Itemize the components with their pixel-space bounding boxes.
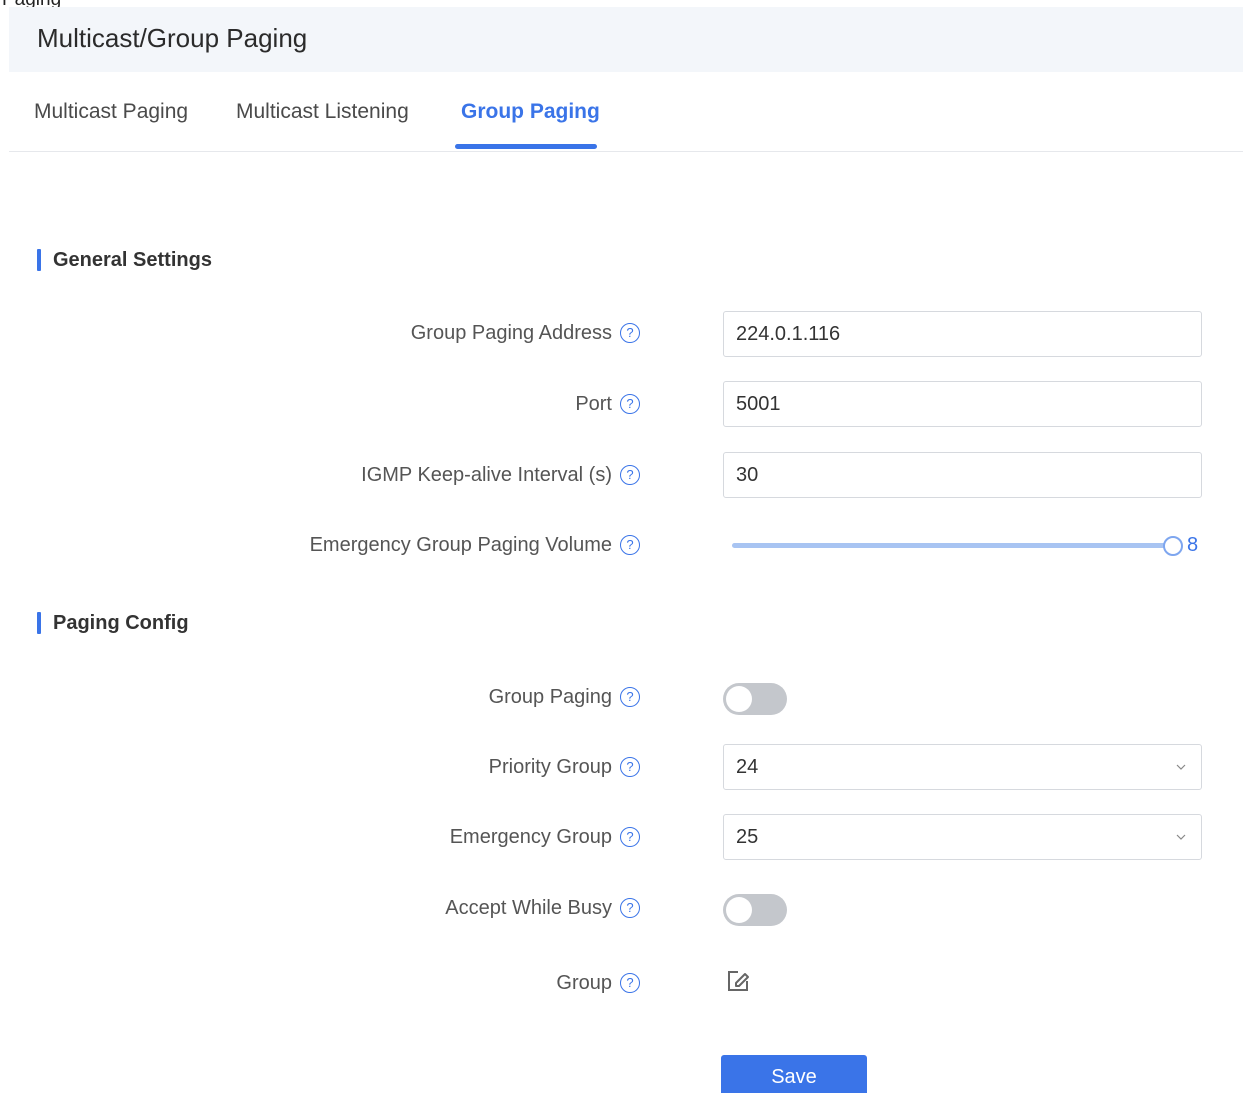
help-icon[interactable]: ? (620, 898, 640, 918)
tab-multicast-paging[interactable]: Multicast Paging (34, 99, 188, 125)
port-field[interactable] (723, 381, 1202, 427)
help-icon[interactable]: ? (620, 827, 640, 847)
chevron-down-icon (1176, 834, 1186, 840)
emergency-group-select[interactable]: 25 (723, 814, 1202, 860)
label-text: IGMP Keep-alive Interval (s) (361, 464, 612, 486)
label-text: Group Paging Address (410, 322, 612, 344)
igmp-keepalive-field[interactable] (723, 452, 1202, 498)
label-priority-group: Priority Group ? (489, 754, 640, 780)
help-icon[interactable]: ? (620, 973, 640, 993)
tab-multicast-listening[interactable]: Multicast Listening (236, 99, 409, 125)
label-port: Port ? (575, 391, 640, 417)
slider-handle[interactable] (1163, 536, 1183, 556)
igmp-keepalive-input[interactable] (724, 453, 1201, 497)
label-emergency-group: Emergency Group ? (450, 824, 640, 850)
label-text: Emergency Group (449, 826, 612, 848)
label-text: Port (575, 393, 612, 415)
slider-value: 8 (1187, 534, 1199, 556)
label-group-paging-address: Group Paging Address ? (411, 320, 640, 346)
label-text: Group Paging (488, 686, 612, 708)
edit-icon[interactable] (724, 967, 752, 995)
active-tab-indicator (455, 144, 597, 149)
accept-while-busy-toggle[interactable] (723, 894, 787, 926)
toggle-knob (726, 897, 752, 923)
label-text: Group (556, 972, 612, 994)
page-title: Multicast/Group Paging (37, 23, 308, 53)
help-icon[interactable]: ? (620, 394, 640, 414)
label-text: Accept While Busy (445, 897, 612, 919)
section-title-general-settings: General Settings (37, 248, 212, 272)
help-icon[interactable]: ? (620, 323, 640, 343)
emergency-volume-slider[interactable] (732, 543, 1172, 548)
select-value: 25 (736, 826, 759, 848)
label-group: Group ? (556, 970, 640, 996)
help-icon[interactable]: ? (620, 535, 640, 555)
group-paging-address-field[interactable] (723, 311, 1202, 357)
label-emergency-volume: Emergency Group Paging Volume ? (310, 532, 640, 558)
help-icon[interactable]: ? (620, 757, 640, 777)
save-button[interactable]: Save (721, 1055, 867, 1093)
tab-group-paging[interactable]: Group Paging (461, 99, 600, 125)
priority-group-select[interactable]: 24 (723, 744, 1202, 790)
select-value: 24 (736, 756, 759, 778)
label-group-paging: Group Paging ? (489, 684, 640, 710)
group-paging-toggle[interactable] (723, 683, 787, 715)
label-text: Priority Group (488, 756, 612, 778)
toggle-knob (726, 686, 752, 712)
label-igmp-keepalive: IGMP Keep-alive Interval (s) ? (361, 462, 640, 488)
page-root: Paging Multicast/Group Paging Multicast … (0, 0, 1243, 1093)
help-icon[interactable]: ? (620, 465, 640, 485)
label-accept-while-busy: Accept While Busy ? (445, 895, 640, 921)
label-text: Emergency Group Paging Volume (309, 534, 612, 556)
port-input[interactable] (724, 382, 1201, 426)
page-header: Multicast/Group Paging (9, 7, 1243, 72)
group-paging-address-input[interactable] (724, 312, 1201, 356)
tab-bar: Multicast Paging Multicast Listening Gro… (9, 72, 1243, 152)
section-title-paging-config: Paging Config (37, 611, 189, 635)
help-icon[interactable]: ? (620, 687, 640, 707)
chevron-down-icon (1176, 764, 1186, 770)
